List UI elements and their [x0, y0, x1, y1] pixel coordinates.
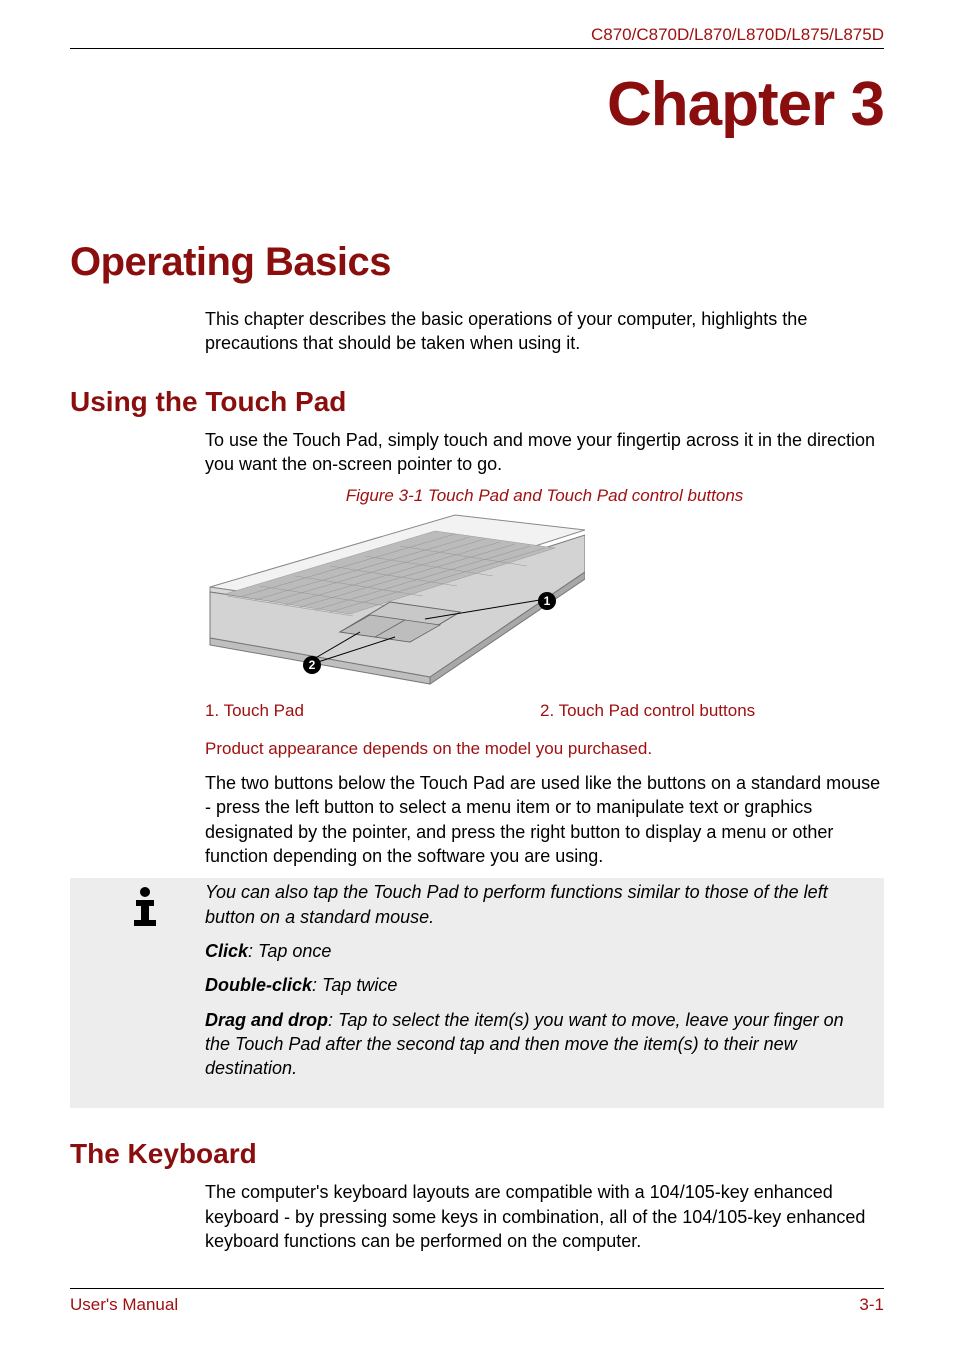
figure-caption: Figure 3-1 Touch Pad and Touch Pad contr… [205, 486, 884, 506]
info-click-rest: : Tap once [248, 941, 331, 961]
intro-paragraph: This chapter describes the basic operati… [205, 307, 884, 356]
info-dbl-label: Double-click [205, 975, 312, 995]
product-appearance-note: Product appearance depends on the model … [205, 739, 884, 759]
touchpad-para2: The two buttons below the Touch Pad are … [205, 771, 884, 868]
keyboard-para1: The computer's keyboard layouts are comp… [205, 1180, 884, 1253]
section-keyboard-heading: The Keyboard [70, 1138, 884, 1170]
section-touchpad-heading: Using the Touch Pad [70, 386, 884, 418]
figure-touchpad: 1 2 [205, 512, 585, 687]
legend-item-1: 1. Touch Pad [205, 701, 540, 721]
info-click: Click: Tap once [205, 939, 872, 963]
touchpad-para1: To use the Touch Pad, simply touch and m… [205, 428, 884, 477]
figure-legend: 1. Touch Pad 2. Touch Pad control button… [205, 701, 884, 721]
page-title: Operating Basics [70, 240, 884, 285]
info-dd-label: Drag and drop [205, 1010, 328, 1030]
laptop-illustration [205, 512, 585, 687]
info-click-label: Click [205, 941, 248, 961]
header-model-line: C870/C870D/L870/L870D/L875/L875D [70, 25, 884, 49]
info-drag-drop: Drag and drop: Tap to select the item(s)… [205, 1008, 872, 1081]
info-dbl-rest: : Tap twice [312, 975, 397, 995]
info-icon [125, 884, 165, 929]
info-box: You can also tap the Touch Pad to perfor… [70, 878, 884, 1108]
chapter-number: Chapter 3 [70, 69, 884, 140]
info-double-click: Double-click: Tap twice [205, 973, 872, 997]
info-intro: You can also tap the Touch Pad to perfor… [205, 880, 872, 929]
page-footer: User's Manual 3-1 [70, 1288, 884, 1315]
footer-right: 3-1 [859, 1295, 884, 1315]
footer-left: User's Manual [70, 1295, 178, 1315]
legend-item-2: 2. Touch Pad control buttons [540, 701, 755, 721]
